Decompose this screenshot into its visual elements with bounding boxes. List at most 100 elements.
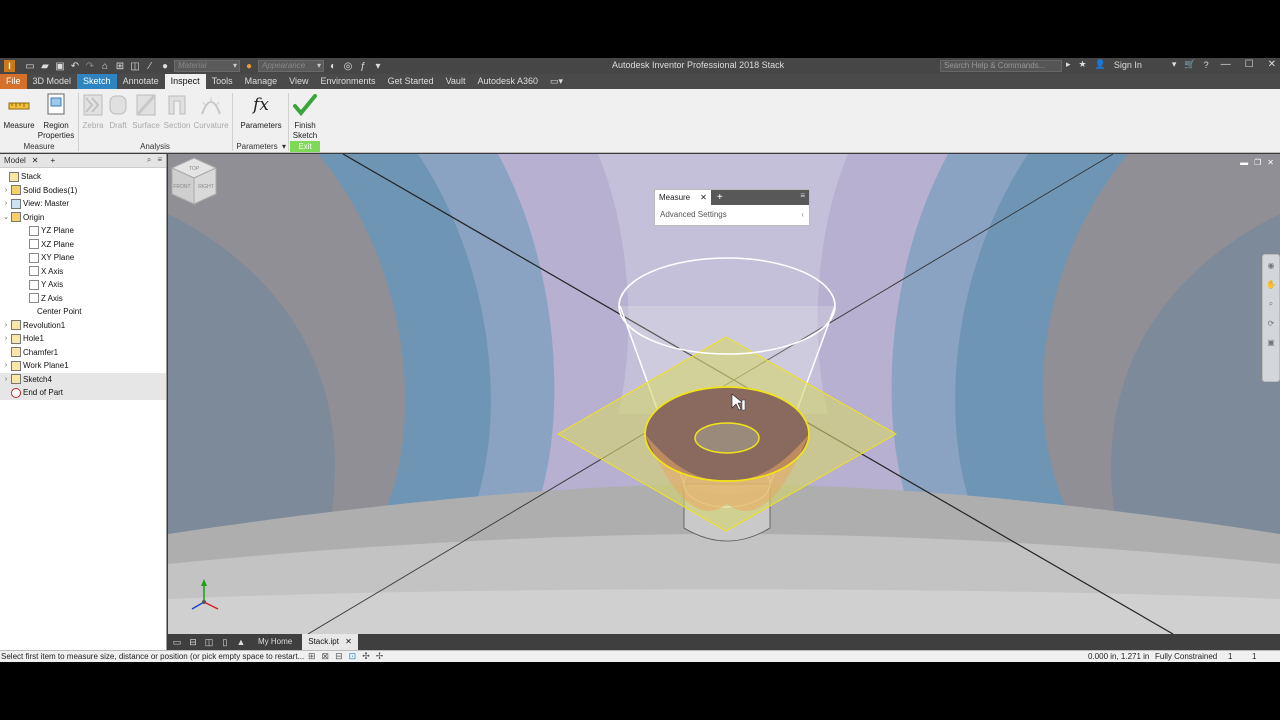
select-icon[interactable]: ⊞ [114, 61, 126, 72]
browser-search-icon[interactable]: ⌕ [147, 155, 151, 165]
maximize-icon[interactable]: ☐ [1245, 59, 1254, 70]
tab-stack-ipt[interactable]: Stack.ipt ✕ [302, 634, 358, 650]
tab-autodesk-a360[interactable]: Autodesk A360 [471, 74, 544, 89]
help-search-input[interactable]: Search Help & Commands... [940, 60, 1062, 72]
home-icon[interactable]: ⌂ [99, 61, 111, 72]
tree-node[interactable]: YZ Plane [0, 224, 166, 238]
fx-icon[interactable]: ƒ [357, 61, 369, 72]
tree-node[interactable]: Z Axis [0, 292, 166, 306]
tree-node[interactable]: ⌄ Origin [0, 211, 166, 225]
tab-annotate[interactable]: Annotate [117, 74, 165, 89]
cart-icon[interactable]: 🛒 [1184, 59, 1195, 70]
tab-vault[interactable]: Vault [440, 74, 472, 89]
close-window-icon[interactable]: ✕ [1268, 59, 1276, 70]
section-button[interactable]: Section [162, 91, 192, 131]
tab-get-started[interactable]: Get Started [382, 74, 440, 89]
open-icon[interactable]: ▰ [39, 61, 51, 72]
tab-sketch[interactable]: Sketch [77, 74, 117, 89]
parameters-button[interactable]: fx Parameters [238, 91, 284, 131]
redo-icon[interactable]: ↷ [84, 61, 96, 72]
material-dropdown[interactable]: Material [174, 60, 240, 72]
tree-node[interactable]: Stack [0, 170, 166, 184]
tab-environments[interactable]: Environments [315, 74, 382, 89]
measure-menu-icon[interactable]: ≡ [800, 191, 805, 200]
tab-view[interactable]: View [283, 74, 314, 89]
tree-node[interactable]: › Sketch4 [0, 372, 166, 386]
parameters-panel-dropdown-icon[interactable]: ▾ [280, 141, 288, 152]
tile-vertical-icon[interactable]: ◫ [202, 636, 216, 648]
tab-tools[interactable]: Tools [206, 74, 239, 89]
tree-node[interactable]: Chamfer1 [0, 346, 166, 360]
measure-panel-tab[interactable]: Measure ✕ [655, 190, 711, 205]
save-icon[interactable]: ▣ [54, 61, 66, 72]
appearance-dropdown[interactable]: Appearance [258, 60, 324, 72]
add-measure-tab-icon[interactable]: + [717, 192, 723, 203]
adjust-icon[interactable]: ◎ [342, 61, 354, 72]
tab-3d-model[interactable]: 3D Model [27, 74, 78, 89]
tree-expander-icon[interactable]: › [2, 187, 10, 194]
tree-node[interactable]: › Hole1 [0, 332, 166, 346]
tab-manage[interactable]: Manage [239, 74, 284, 89]
advanced-settings-row[interactable]: Advanced Settings ‹ [655, 205, 809, 225]
inventor-logo[interactable]: I [4, 60, 15, 72]
new-icon[interactable]: ▭ [24, 61, 36, 72]
status-tool-icon-4[interactable]: ⊡ [349, 651, 357, 662]
measure-button[interactable]: Measure [3, 91, 35, 131]
ribbon-options-icon[interactable]: ▭▾ [544, 74, 569, 89]
help-icon[interactable]: ? [1204, 60, 1209, 70]
tab-file[interactable]: File [0, 74, 27, 89]
tree-node[interactable]: XY Plane [0, 251, 166, 265]
curvature-button[interactable]: Curvature [193, 91, 229, 131]
favorites-icon[interactable]: ★ [1079, 59, 1087, 70]
close-browser-tab-icon[interactable]: ✕ [32, 156, 39, 165]
tree-node[interactable]: End of Part [0, 386, 166, 400]
tree-expander-icon[interactable]: › [2, 376, 10, 383]
tree-node[interactable]: XZ Plane [0, 238, 166, 252]
status-tool-icon-6[interactable]: ✢ [376, 651, 384, 662]
status-tool-icon-5[interactable]: ✣ [362, 651, 370, 662]
look-at-icon[interactable]: ▣ [1267, 338, 1275, 347]
add-browser-tab-icon[interactable]: + [51, 156, 56, 165]
region-properties-button[interactable]: Region Properties [37, 91, 75, 141]
status-tool-icon-1[interactable]: ⊞ [308, 651, 316, 662]
graphics-viewport[interactable]: Measure ✕ + ≡ Advanced Settings ‹ ▬ ❐ ✕ … [168, 154, 1280, 634]
clear-override-icon[interactable]: ◐ [327, 61, 339, 72]
3d-scene[interactable] [168, 154, 1280, 634]
browser-menu-icon[interactable]: ≡ [157, 155, 162, 165]
minimize-icon[interactable]: — [1221, 59, 1231, 70]
tree-expander-icon[interactable]: › [2, 335, 10, 342]
viewport-close-icon[interactable]: ✕ [1267, 158, 1274, 167]
undo-icon[interactable]: ↶ [69, 61, 81, 72]
status-tool-icon-3[interactable]: ⊟ [335, 651, 343, 662]
tree-node[interactable]: › Solid Bodies(1) [0, 184, 166, 198]
measure-qa-icon[interactable]: ⁄ [144, 61, 156, 72]
search-go-icon[interactable]: ▸ [1066, 59, 1071, 70]
viewport-restore-icon[interactable]: ❐ [1254, 158, 1261, 167]
tab-my-home[interactable]: My Home [252, 634, 298, 650]
zoom-icon[interactable]: ⌕ [1269, 299, 1273, 309]
sphere-icon[interactable]: ● [159, 61, 171, 72]
appearance-icon[interactable]: ● [243, 61, 255, 72]
tree-node[interactable]: › Work Plane1 [0, 359, 166, 373]
close-document-icon[interactable]: ✕ [345, 637, 352, 646]
tree-node[interactable]: X Axis [0, 265, 166, 279]
tree-expander-icon[interactable]: › [2, 362, 10, 369]
tree-expander-icon[interactable]: › [2, 322, 10, 329]
viewcube[interactable]: TOP FRONT RIGHT [168, 154, 220, 210]
hole-edge[interactable] [694, 422, 760, 454]
customize-icon[interactable]: ▾ [372, 61, 384, 72]
panel-label-parameters[interactable]: Parameters [232, 141, 282, 152]
sign-in-dropdown-icon[interactable]: ▾ [1172, 59, 1177, 70]
zebra-button[interactable]: Zebra [81, 91, 105, 131]
status-tool-icon-2[interactable]: ⊠ [322, 651, 330, 662]
tree-expander-icon[interactable]: ⌄ [2, 213, 10, 221]
tree-node[interactable]: › View: Master [0, 197, 166, 211]
arrange-icon[interactable]: ▯ [218, 636, 232, 648]
tile-horizontal-icon[interactable]: ⊟ [186, 636, 200, 648]
surface-button[interactable]: Surface [131, 91, 161, 131]
tile-icon[interactable]: ▭ [170, 636, 184, 648]
cycle-up-icon[interactable]: ▲ [234, 636, 248, 648]
sign-in-link[interactable]: Sign In [1114, 60, 1142, 70]
tab-inspect[interactable]: Inspect [164, 74, 206, 89]
draft-button[interactable]: Draft [106, 91, 130, 131]
